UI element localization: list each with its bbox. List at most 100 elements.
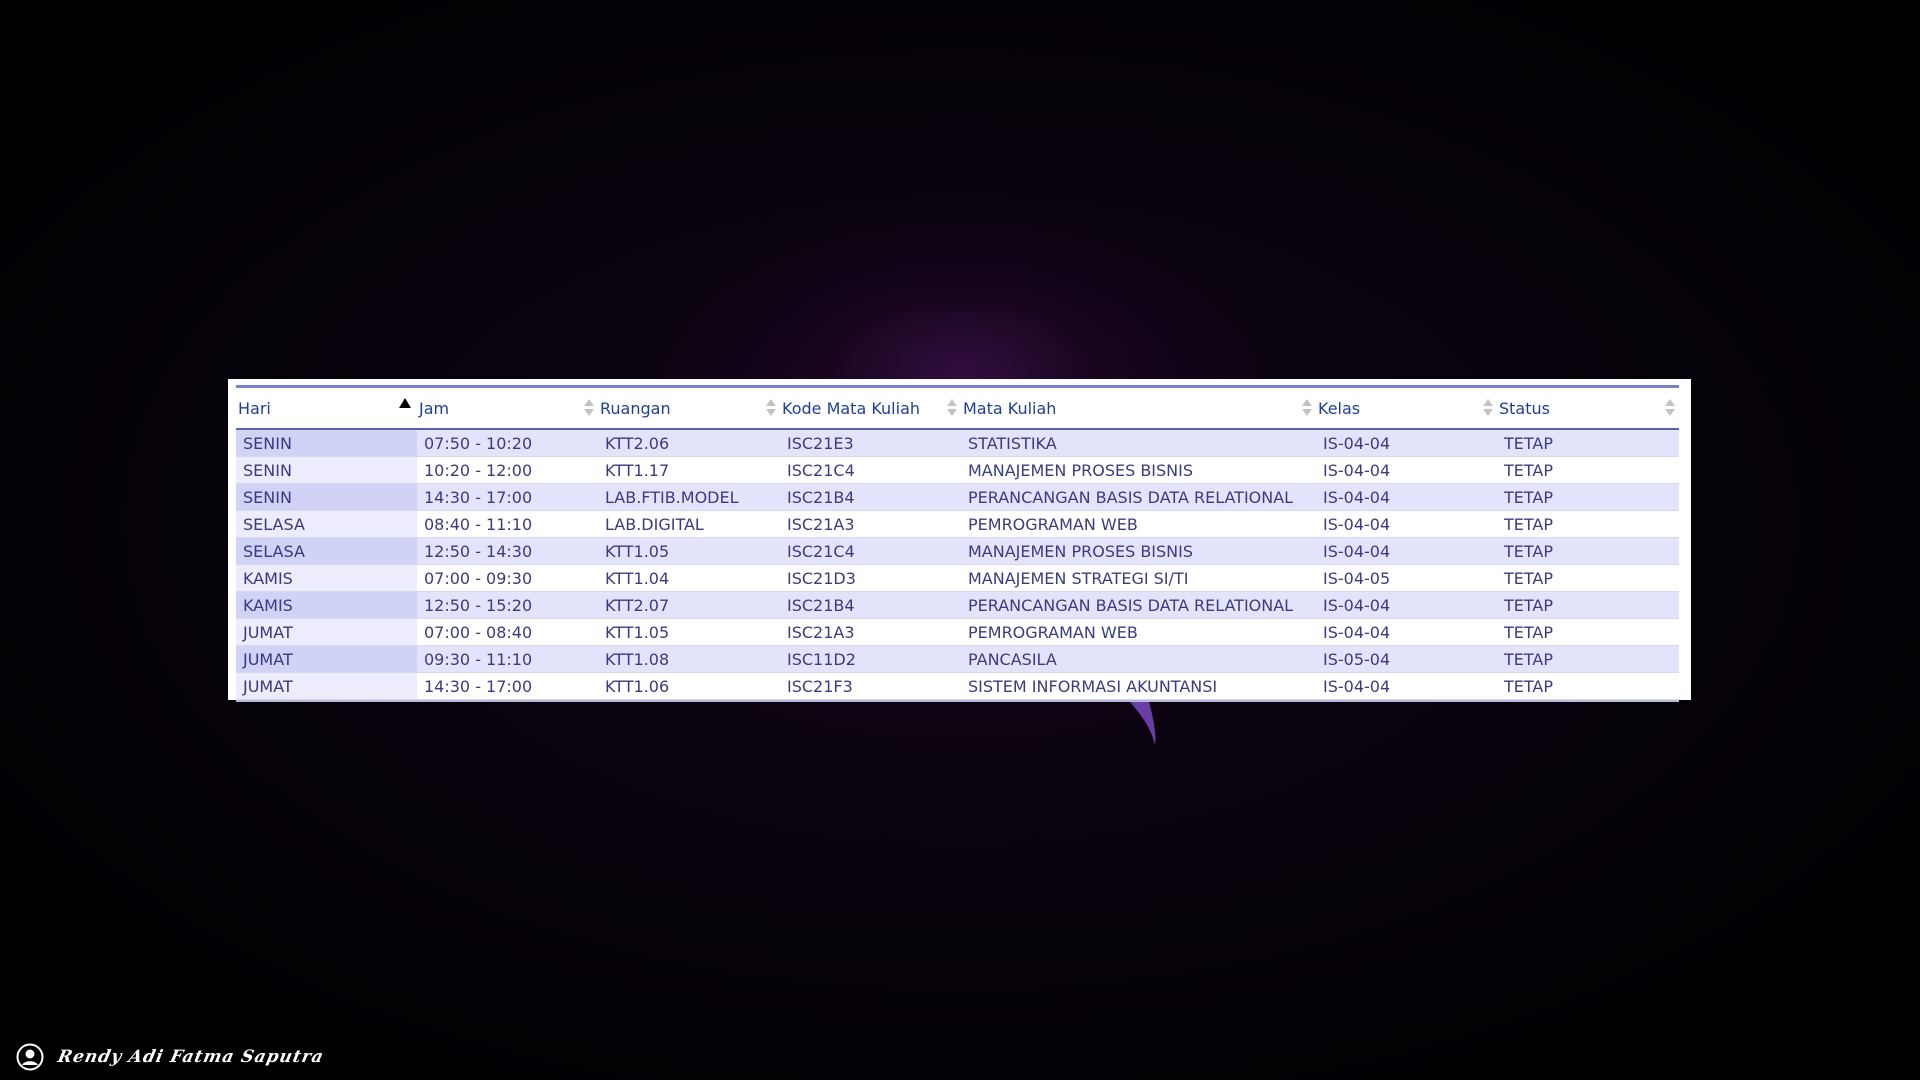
cell-hari: JUMAT bbox=[236, 618, 417, 646]
sort-icon bbox=[1302, 399, 1312, 417]
cell-mata-kuliah: MANAJEMEN PROSES BISNIS bbox=[961, 537, 1316, 565]
cell-kelas: IS-04-04 bbox=[1316, 456, 1497, 484]
schedule-table: Hari Jam Ruangan Kode Mata Kuliah Mata K… bbox=[236, 388, 1679, 700]
cell-kode-mata-kuliah: ISC11D2 bbox=[780, 645, 961, 673]
cell-jam: 07:00 - 08:40 bbox=[417, 618, 598, 646]
cell-hari: JUMAT bbox=[236, 645, 417, 673]
sort-icon bbox=[1665, 399, 1675, 417]
table-header-row: Hari Jam Ruangan Kode Mata Kuliah Mata K… bbox=[236, 388, 1679, 430]
cell-status: TETAP bbox=[1497, 510, 1679, 538]
cell-mata-kuliah: MANAJEMEN STRATEGI SI/TI bbox=[961, 564, 1316, 592]
cell-ruangan: KTT1.04 bbox=[598, 564, 780, 592]
column-header-kelas[interactable]: Kelas bbox=[1316, 388, 1497, 430]
column-header-hari[interactable]: Hari bbox=[236, 388, 417, 430]
column-header-label: Mata Kuliah bbox=[963, 398, 1057, 418]
cell-ruangan: KTT1.05 bbox=[598, 618, 780, 646]
column-header-mata-kuliah[interactable]: Mata Kuliah bbox=[961, 388, 1316, 430]
cell-kelas: IS-04-05 bbox=[1316, 564, 1497, 592]
cell-hari: SENIN bbox=[236, 483, 417, 511]
cell-kelas: IS-04-04 bbox=[1316, 483, 1497, 511]
cell-status: TETAP bbox=[1497, 645, 1679, 673]
author-signature: Rendy Adi Fatma Saputra bbox=[16, 1042, 326, 1072]
cell-jam: 12:50 - 14:30 bbox=[417, 537, 598, 565]
table-bottom-border bbox=[236, 700, 1679, 702]
cell-ruangan: KTT1.17 bbox=[598, 456, 780, 484]
cell-status: TETAP bbox=[1497, 672, 1679, 700]
author-name: Rendy Adi Fatma Saputra bbox=[55, 1047, 326, 1067]
cell-kelas: IS-04-04 bbox=[1316, 537, 1497, 565]
table-row: SENIN 07:50 - 10:20 KTT2.06 ISC21E3 STAT… bbox=[236, 429, 1679, 457]
cell-kode-mata-kuliah: ISC21C4 bbox=[780, 537, 961, 565]
cell-kelas: IS-05-04 bbox=[1316, 645, 1497, 673]
table-row: SELASA 08:40 - 11:10 LAB.DIGITAL ISC21A3… bbox=[236, 510, 1679, 538]
table-row: KAMIS 12:50 - 15:20 KTT2.07 ISC21B4 PERA… bbox=[236, 591, 1679, 619]
cell-kelas: IS-04-04 bbox=[1316, 510, 1497, 538]
cell-hari: SENIN bbox=[236, 429, 417, 457]
table-row: SENIN 14:30 - 17:00 LAB.FTIB.MODEL ISC21… bbox=[236, 483, 1679, 511]
column-header-status[interactable]: Status bbox=[1497, 388, 1679, 430]
cell-hari: SELASA bbox=[236, 537, 417, 565]
cell-hari: JUMAT bbox=[236, 672, 417, 700]
table-row: JUMAT 07:00 - 08:40 KTT1.05 ISC21A3 PEMR… bbox=[236, 618, 1679, 646]
cell-kode-mata-kuliah: ISC21C4 bbox=[780, 456, 961, 484]
table-row: JUMAT 14:30 - 17:00 KTT1.06 ISC21F3 SIST… bbox=[236, 672, 1679, 700]
cell-status: TETAP bbox=[1497, 564, 1679, 592]
cell-status: TETAP bbox=[1497, 591, 1679, 619]
sort-icon bbox=[1483, 399, 1493, 417]
sort-icon bbox=[584, 399, 594, 417]
cell-kode-mata-kuliah: ISC21D3 bbox=[780, 564, 961, 592]
cell-mata-kuliah: SISTEM INFORMASI AKUNTANSI bbox=[961, 672, 1316, 700]
cell-jam: 07:00 - 09:30 bbox=[417, 564, 598, 592]
table-row: JUMAT 09:30 - 11:10 KTT1.08 ISC11D2 PANC… bbox=[236, 645, 1679, 673]
cell-jam: 10:20 - 12:00 bbox=[417, 456, 598, 484]
cell-jam: 08:40 - 11:10 bbox=[417, 510, 598, 538]
cell-status: TETAP bbox=[1497, 618, 1679, 646]
column-header-kode-mata-kuliah[interactable]: Kode Mata Kuliah bbox=[780, 388, 961, 430]
cell-kelas: IS-04-04 bbox=[1316, 672, 1497, 700]
cell-status: TETAP bbox=[1497, 456, 1679, 484]
desktop-background: Hari Jam Ruangan Kode Mata Kuliah Mata K… bbox=[0, 0, 1920, 1080]
column-header-label: Hari bbox=[238, 398, 271, 418]
cell-kelas: IS-04-04 bbox=[1316, 429, 1497, 457]
column-header-label: Status bbox=[1499, 398, 1550, 418]
sort-icon bbox=[766, 399, 776, 417]
column-header-label: Jam bbox=[419, 398, 450, 418]
cell-jam: 07:50 - 10:20 bbox=[417, 429, 598, 457]
cell-ruangan: KTT2.07 bbox=[598, 591, 780, 619]
cell-ruangan: KTT2.06 bbox=[598, 429, 780, 457]
user-icon bbox=[16, 1043, 44, 1071]
cell-hari: SENIN bbox=[236, 456, 417, 484]
cell-ruangan: KTT1.08 bbox=[598, 645, 780, 673]
cell-kelas: IS-04-04 bbox=[1316, 591, 1497, 619]
cell-jam: 12:50 - 15:20 bbox=[417, 591, 598, 619]
column-header-ruangan[interactable]: Ruangan bbox=[598, 388, 780, 430]
cell-hari: SELASA bbox=[236, 510, 417, 538]
cell-mata-kuliah: STATISTIKA bbox=[961, 429, 1316, 457]
cell-ruangan: LAB.FTIB.MODEL bbox=[598, 483, 780, 511]
cell-ruangan: KTT1.06 bbox=[598, 672, 780, 700]
cell-mata-kuliah: MANAJEMEN PROSES BISNIS bbox=[961, 456, 1316, 484]
cell-hari: KAMIS bbox=[236, 591, 417, 619]
cell-jam: 14:30 - 17:00 bbox=[417, 483, 598, 511]
table-row: SENIN 10:20 - 12:00 KTT1.17 ISC21C4 MANA… bbox=[236, 456, 1679, 484]
cell-hari: KAMIS bbox=[236, 564, 417, 592]
cell-status: TETAP bbox=[1497, 429, 1679, 457]
sort-ascending-icon bbox=[399, 398, 411, 408]
cell-status: TETAP bbox=[1497, 483, 1679, 511]
column-header-jam[interactable]: Jam bbox=[417, 388, 598, 430]
cell-mata-kuliah: PERANCANGAN BASIS DATA RELATIONAL bbox=[961, 483, 1316, 511]
cell-kode-mata-kuliah: ISC21A3 bbox=[780, 618, 961, 646]
column-header-label: Kode Mata Kuliah bbox=[782, 398, 921, 418]
sort-icon bbox=[947, 399, 957, 417]
column-header-label: Ruangan bbox=[600, 398, 671, 418]
cell-jam: 09:30 - 11:10 bbox=[417, 645, 598, 673]
cell-mata-kuliah: PERANCANGAN BASIS DATA RELATIONAL bbox=[961, 591, 1316, 619]
cell-kode-mata-kuliah: ISC21A3 bbox=[780, 510, 961, 538]
table-row: KAMIS 07:00 - 09:30 KTT1.04 ISC21D3 MANA… bbox=[236, 564, 1679, 592]
column-header-label: Kelas bbox=[1318, 398, 1361, 418]
cell-kode-mata-kuliah: ISC21B4 bbox=[780, 483, 961, 511]
table-row: SELASA 12:50 - 14:30 KTT1.05 ISC21C4 MAN… bbox=[236, 537, 1679, 565]
cell-kelas: IS-04-04 bbox=[1316, 618, 1497, 646]
cell-status: TETAP bbox=[1497, 537, 1679, 565]
cell-kode-mata-kuliah: ISC21B4 bbox=[780, 591, 961, 619]
